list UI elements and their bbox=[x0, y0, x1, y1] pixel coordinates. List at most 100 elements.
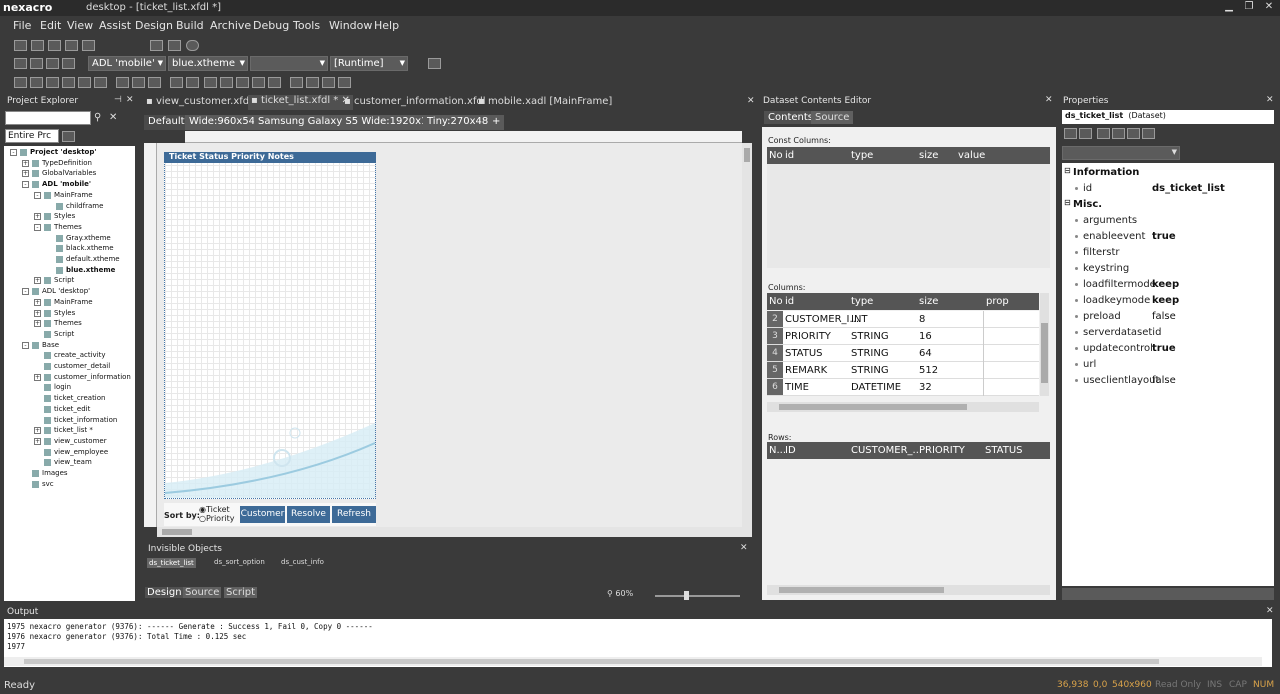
scope-select[interactable]: Entire Prc bbox=[5, 129, 59, 143]
menu-tools[interactable]: Tools bbox=[293, 19, 320, 32]
collapse-icon[interactable]: ⊟ bbox=[1064, 198, 1071, 207]
close-icon[interactable]: ✕ bbox=[1261, 1, 1277, 14]
menu-view[interactable]: View bbox=[67, 19, 93, 32]
alphabetical-icon[interactable] bbox=[1079, 128, 1092, 139]
tree-item[interactable]: Base bbox=[42, 341, 59, 349]
property-row[interactable]: enableevent true bbox=[1062, 229, 1274, 245]
property-row[interactable]: keystring bbox=[1062, 261, 1274, 277]
scroll-thumb[interactable] bbox=[1041, 323, 1048, 383]
tree-item[interactable]: Themes bbox=[54, 223, 82, 231]
tree-item[interactable]: MainFrame bbox=[54, 298, 93, 306]
tab-view-customer[interactable]: ▪ view_customer.xfdl bbox=[146, 96, 252, 110]
same-width-icon[interactable] bbox=[116, 77, 129, 88]
open-folder-icon[interactable] bbox=[31, 40, 44, 51]
close-editor-icon[interactable]: ✕ bbox=[747, 96, 755, 106]
grid-icon[interactable] bbox=[204, 77, 217, 88]
tree-item[interactable]: customer_information bbox=[54, 373, 131, 381]
tree-item[interactable]: TypeDefinition bbox=[42, 159, 92, 167]
tree-item[interactable]: Script bbox=[54, 330, 74, 338]
info-icon[interactable] bbox=[186, 40, 199, 51]
menu-archive[interactable]: Archive bbox=[210, 19, 251, 32]
clear-search-icon[interactable]: ✕ bbox=[109, 112, 117, 123]
tree-item[interactable]: default.xtheme bbox=[66, 255, 120, 263]
menu-window[interactable]: Window bbox=[329, 19, 372, 32]
canvas-hscrollbar[interactable] bbox=[157, 527, 752, 537]
gear-icon[interactable] bbox=[168, 40, 181, 51]
property-value[interactable]: true bbox=[1152, 231, 1176, 242]
close-output-icon[interactable]: ✕ bbox=[1266, 606, 1274, 616]
menu-file[interactable]: File bbox=[13, 19, 31, 32]
tree-item[interactable]: login bbox=[54, 383, 71, 391]
tree-item[interactable]: black.xtheme bbox=[66, 244, 114, 252]
launch-icon[interactable] bbox=[428, 58, 441, 69]
tree-item[interactable]: view_customer bbox=[54, 437, 107, 445]
event-handler-icon[interactable] bbox=[1127, 128, 1140, 139]
scroll-thumb[interactable] bbox=[744, 148, 750, 162]
close-properties-icon[interactable]: ✕ bbox=[1266, 95, 1274, 105]
object-ds-sort-option[interactable]: ds_sort_option bbox=[214, 558, 265, 566]
trash-icon[interactable] bbox=[338, 77, 351, 88]
space-vertical-icon[interactable] bbox=[186, 77, 199, 88]
align-left-icon[interactable] bbox=[14, 77, 27, 88]
property-group[interactable]: ⊟ Misc. bbox=[1062, 197, 1274, 213]
tree-item[interactable]: Script bbox=[54, 276, 74, 284]
expand-icon[interactable]: + bbox=[22, 170, 29, 178]
style-icon[interactable] bbox=[1142, 128, 1155, 139]
expand-icon[interactable]: + bbox=[34, 213, 41, 221]
object-ds-ticket-list[interactable]: ds_ticket_list bbox=[147, 558, 196, 568]
screen-tab-default[interactable]: Default bbox=[144, 115, 189, 130]
preview-icon[interactable] bbox=[306, 77, 319, 88]
explorer-search-input[interactable] bbox=[5, 111, 91, 125]
menu-edit[interactable]: Edit bbox=[40, 19, 61, 32]
copy-icon[interactable] bbox=[82, 40, 95, 51]
menu-assist[interactable]: Assist bbox=[99, 19, 131, 32]
search-icon[interactable]: ⚲ bbox=[94, 112, 101, 123]
tree-item[interactable]: blue.xtheme bbox=[66, 266, 115, 274]
tree-item[interactable]: GlobalVariables bbox=[42, 169, 96, 177]
tree-item[interactable]: Gray.xtheme bbox=[66, 234, 111, 242]
column-row[interactable]: 4 STATUS STRING 64 bbox=[767, 345, 1039, 362]
print-icon[interactable] bbox=[322, 77, 335, 88]
collapse-icon[interactable]: - bbox=[22, 341, 29, 349]
tree-item[interactable]: customer_detail bbox=[54, 362, 110, 370]
collapse-icon[interactable]: - bbox=[10, 149, 17, 156]
close-dataset-editor-icon[interactable]: ✕ bbox=[1045, 95, 1053, 105]
menu-debug[interactable]: Debug bbox=[253, 19, 289, 32]
close-panel-icon[interactable]: ✕ bbox=[126, 95, 134, 105]
maximize-icon[interactable]: ❐ bbox=[1241, 1, 1257, 14]
column-row[interactable]: 5 REMARK STRING 512 bbox=[767, 362, 1039, 379]
align-middle-icon[interactable] bbox=[78, 77, 91, 88]
columns-hscrollbar[interactable] bbox=[767, 402, 1039, 412]
refresh-icon[interactable] bbox=[46, 58, 59, 69]
rows-hscrollbar[interactable] bbox=[767, 585, 1050, 595]
tree-item[interactable]: create_activity bbox=[54, 351, 106, 359]
tab-contents[interactable]: Contents bbox=[764, 111, 817, 124]
align-right-icon[interactable] bbox=[46, 77, 59, 88]
const-columns-grid[interactable] bbox=[767, 164, 1050, 268]
property-row[interactable]: url bbox=[1062, 357, 1274, 373]
tab-script[interactable]: Script bbox=[224, 587, 258, 598]
lock-icon[interactable] bbox=[268, 77, 281, 88]
collapse-icon[interactable]: - bbox=[22, 288, 29, 296]
expand-icon[interactable]: + bbox=[34, 320, 41, 328]
events-icon[interactable] bbox=[1112, 128, 1125, 139]
property-value[interactable]: ds_ticket_list bbox=[1152, 183, 1225, 194]
object-ds-cust-info[interactable]: ds_cust_info bbox=[281, 558, 324, 566]
screen-tab-add[interactable]: + bbox=[488, 115, 505, 130]
output-console[interactable]: 1975 nexacro generator (9376): ------ Ge… bbox=[4, 619, 1272, 667]
property-row[interactable]: preload false bbox=[1062, 309, 1274, 325]
property-row[interactable]: useclientlayout false bbox=[1062, 373, 1274, 389]
menu-help[interactable]: Help bbox=[374, 19, 399, 32]
minimize-icon[interactable]: ▁ bbox=[1221, 1, 1237, 14]
tab-source[interactable]: Source bbox=[183, 587, 222, 598]
object-selector[interactable]: ds_ticket_list (Dataset) bbox=[1062, 110, 1274, 124]
tree-item[interactable]: view_employee bbox=[54, 448, 108, 456]
refresh-button[interactable]: Refresh bbox=[332, 506, 376, 523]
scroll-thumb[interactable] bbox=[24, 659, 1159, 664]
same-height-icon[interactable] bbox=[132, 77, 145, 88]
pin-icon[interactable]: ⊣ bbox=[114, 95, 122, 105]
filter-icon[interactable] bbox=[62, 131, 75, 142]
tab-ticket-list[interactable]: ▪ ticket_list.xfdl * ✕ bbox=[248, 95, 353, 110]
tree-item[interactable]: ADL 'desktop' bbox=[42, 287, 90, 295]
property-group[interactable]: ⊟ Information bbox=[1062, 165, 1274, 181]
